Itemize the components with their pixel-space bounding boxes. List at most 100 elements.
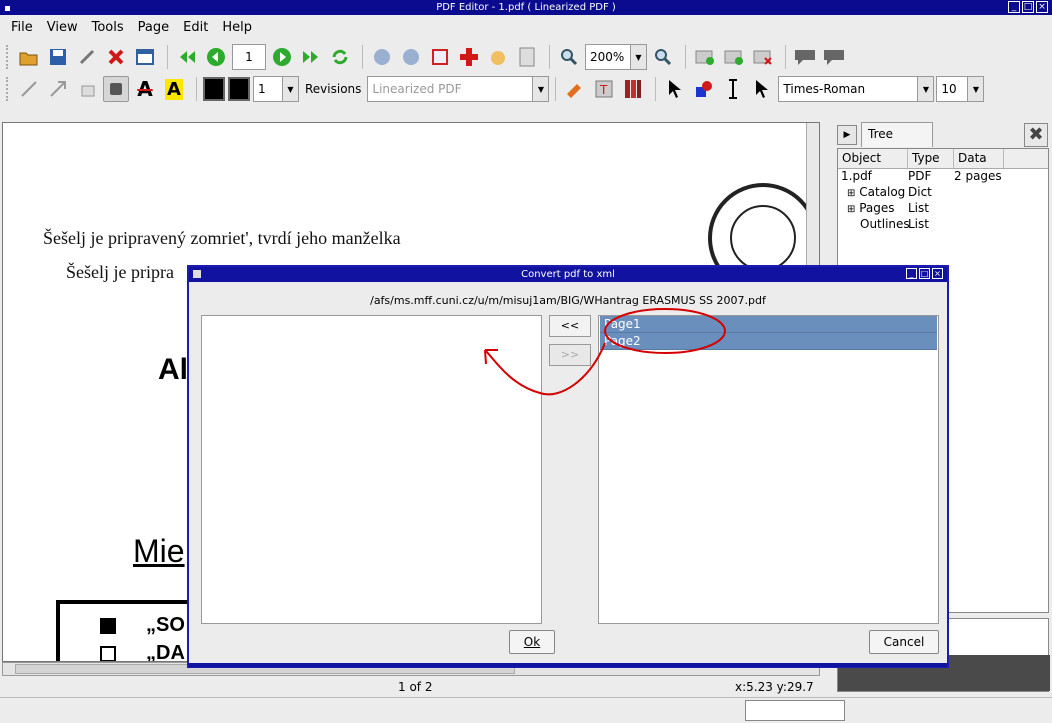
edit-text-icon[interactable] — [562, 76, 588, 102]
toolbar-grip[interactable] — [6, 45, 10, 69]
stroke-color-swatch[interactable] — [203, 77, 225, 101]
chevron-down-icon: ▼ — [630, 45, 646, 69]
panel-tab-header: ▶ Tree ✖ — [835, 122, 1052, 147]
page-number-input[interactable]: 1 — [232, 44, 266, 70]
edit-toolbar: A A 1 ▼ Revisions Linearized PDF ▼ T Times… — [0, 72, 1052, 106]
select-tool-icon[interactable] — [103, 76, 129, 102]
svg-text:T: T — [599, 83, 608, 97]
convert-dialog: Convert pdf to xml _ □ × /afs/ms.mff.cun… — [187, 265, 949, 668]
window-icon[interactable] — [132, 44, 158, 70]
font-name-select[interactable]: Times-Roman ▼ — [778, 76, 935, 102]
window-menu-icon[interactable] — [3, 3, 12, 12]
previous-page-icon[interactable] — [203, 44, 229, 70]
column-header-type[interactable]: Type — [908, 149, 954, 168]
play-icon[interactable]: ▶ — [837, 125, 857, 145]
select-arrow-icon[interactable] — [749, 76, 775, 102]
save-icon[interactable] — [45, 44, 71, 70]
bookmarks-icon[interactable] — [620, 76, 646, 102]
tree-row[interactable]: 1.pdf PDF 2 pages — [838, 169, 1048, 185]
line-tool-icon[interactable] — [16, 76, 42, 102]
list-item[interactable]: Page1 — [600, 316, 937, 333]
column-header-object[interactable]: Object — [838, 149, 908, 168]
move-right-button[interactable]: >> — [549, 344, 591, 366]
list-item[interactable]: Page2 — [600, 333, 937, 350]
menu-view[interactable]: View — [40, 20, 85, 35]
chevron-down-icon: ▼ — [282, 77, 298, 101]
text-cursor-icon[interactable] — [720, 76, 746, 102]
menu-edit[interactable]: Edit — [176, 20, 215, 35]
hand-icon[interactable] — [485, 44, 511, 70]
menu-file[interactable]: File — [4, 20, 40, 35]
expand-icon[interactable]: ⊞ — [847, 188, 855, 199]
page-add-icon[interactable] — [692, 44, 718, 70]
close-icon[interactable]: × — [1036, 1, 1048, 13]
maximize-icon[interactable]: □ — [1022, 1, 1034, 13]
annotation-icon[interactable] — [792, 44, 818, 70]
zoom-select[interactable]: 200% ▼ — [585, 44, 647, 70]
tree-row[interactable]: Outlines List — [838, 217, 1048, 233]
next-page-icon[interactable] — [269, 44, 295, 70]
font-size-select[interactable]: 10 ▼ — [936, 76, 985, 102]
selected-pages-list[interactable] — [201, 315, 542, 624]
comment-icon[interactable] — [821, 44, 847, 70]
close-icon[interactable]: × — [932, 268, 943, 279]
ok-button[interactable]: Ok — [509, 630, 555, 654]
arrow-tool-icon[interactable] — [45, 76, 71, 102]
rotate-right-icon[interactable] — [398, 44, 424, 70]
page-indicator: 1 of 2 — [398, 680, 433, 694]
menu-bar: File View Tools Page Edit Help — [0, 15, 1052, 40]
expand-icon[interactable]: ⊞ — [847, 204, 855, 215]
tree-header: Object Type Data — [838, 149, 1048, 169]
delete-icon[interactable] — [103, 44, 129, 70]
text-properties-icon[interactable]: T — [591, 76, 617, 102]
minimize-icon[interactable]: _ — [906, 268, 917, 279]
dialog-menu-icon[interactable] — [193, 270, 201, 278]
dialog-title: Convert pdf to xml — [521, 269, 615, 280]
tab-tree[interactable]: Tree — [861, 122, 933, 147]
rotate-left-icon[interactable] — [369, 44, 395, 70]
tree-row[interactable]: ⊞ Catalog Dict — [838, 185, 1048, 201]
column-header-data[interactable]: Data — [954, 149, 1004, 168]
strikeout-icon[interactable]: A — [132, 76, 158, 102]
open-icon[interactable] — [16, 44, 42, 70]
menu-tools[interactable]: Tools — [85, 20, 131, 35]
toolbar-grip[interactable] — [6, 77, 10, 101]
tools-icon[interactable] — [74, 44, 100, 70]
checkbox-unchecked[interactable] — [100, 645, 116, 661]
fit-page-icon[interactable] — [427, 44, 453, 70]
bottom-status-bar — [0, 697, 1052, 723]
move-left-button[interactable]: << — [549, 315, 591, 337]
line-width-select[interactable]: 1 ▼ — [253, 76, 299, 102]
option-row: „SO — [100, 614, 185, 637]
fill-color-swatch[interactable] — [228, 77, 250, 101]
page-move-icon[interactable] — [721, 44, 747, 70]
last-page-icon[interactable] — [298, 44, 324, 70]
zoom-out-icon[interactable] — [650, 44, 676, 70]
reload-icon[interactable] — [327, 44, 353, 70]
pointer-icon[interactable] — [662, 76, 688, 102]
command-input[interactable] — [745, 700, 845, 721]
close-panel-icon[interactable]: ✖ — [1024, 123, 1048, 147]
status-line: 1 of 2 x:5.23 y:29.7 cm — [0, 677, 835, 708]
document-icon[interactable] — [514, 44, 540, 70]
available-pages-list[interactable]: Page1 Page2 — [598, 315, 939, 624]
first-page-icon[interactable] — [174, 44, 200, 70]
zoom-in-icon[interactable] — [556, 44, 582, 70]
rectangle-tool-icon[interactable] — [74, 76, 100, 102]
chevron-down-icon: ▼ — [532, 77, 549, 101]
menu-help[interactable]: Help — [215, 20, 259, 35]
highlight-icon[interactable]: A — [161, 76, 187, 102]
pointer-red-icon[interactable] — [691, 76, 717, 102]
maximize-icon[interactable]: □ — [919, 268, 930, 279]
add-icon[interactable] — [456, 44, 482, 70]
minimize-icon[interactable]: _ — [1008, 1, 1020, 13]
revision-select[interactable]: Linearized PDF ▼ — [367, 76, 550, 102]
cancel-button[interactable]: Cancel — [869, 630, 939, 654]
tree-row[interactable]: ⊞ Pages List — [838, 201, 1048, 217]
menu-page[interactable]: Page — [131, 20, 176, 35]
page-delete-icon[interactable] — [750, 44, 776, 70]
document-bold-text: Al — [158, 353, 188, 386]
chevron-down-icon: ▼ — [917, 77, 934, 101]
checkbox-checked[interactable] — [100, 617, 116, 634]
dialog-title-bar: Convert pdf to xml _ □ × — [189, 267, 947, 282]
